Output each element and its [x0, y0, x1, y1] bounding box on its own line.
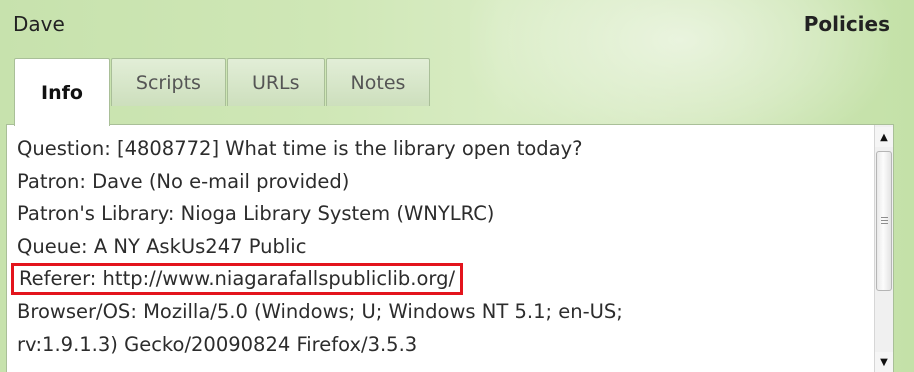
tab-notes[interactable]: Notes — [325, 58, 431, 106]
browser-os-line-1: Browser/OS: Mozilla/5.0 (Windows; U; Win… — [17, 299, 623, 323]
vertical-scrollbar[interactable]: ▲ ▼ — [874, 125, 893, 372]
patron-library-line: Patron's Library: Nioga Library System (… — [17, 202, 495, 226]
info-content: Question: [4808772] What time is the lib… — [11, 133, 862, 361]
patron-name: Dave — [13, 12, 65, 36]
chat-patron-panel: Dave Policies Info Scripts URLs Notes Qu… — [0, 0, 914, 372]
down-arrow-icon[interactable]: ▼ — [875, 352, 893, 372]
queue-line: Queue: A NY AskUs247 Public — [17, 234, 307, 258]
question-line: Question: [4808772] What time is the lib… — [17, 137, 583, 160]
referer-highlight: Referer: http://www.niagarafallspublicli… — [11, 263, 464, 296]
scroll-thumb[interactable] — [876, 151, 892, 291]
referer-line: Referer: http://www.niagarafallspublicli… — [11, 263, 862, 296]
policies-link[interactable]: Policies — [804, 12, 890, 36]
tab-urls[interactable]: URLs — [226, 58, 325, 106]
grip-icon — [880, 217, 888, 225]
tab-bar: Info Scripts URLs Notes — [14, 58, 431, 126]
info-panel: Question: [4808772] What time is the lib… — [6, 124, 894, 372]
up-arrow-icon[interactable]: ▲ — [875, 127, 893, 147]
tab-info[interactable]: Info — [14, 58, 110, 126]
tab-scripts[interactable]: Scripts — [110, 58, 226, 106]
patron-line: Patron: Dave (No e-mail provided) — [17, 169, 350, 193]
browser-os-line-2: rv:1.9.1.3) Gecko/20090824 Firefox/3.5.3 — [17, 332, 418, 356]
